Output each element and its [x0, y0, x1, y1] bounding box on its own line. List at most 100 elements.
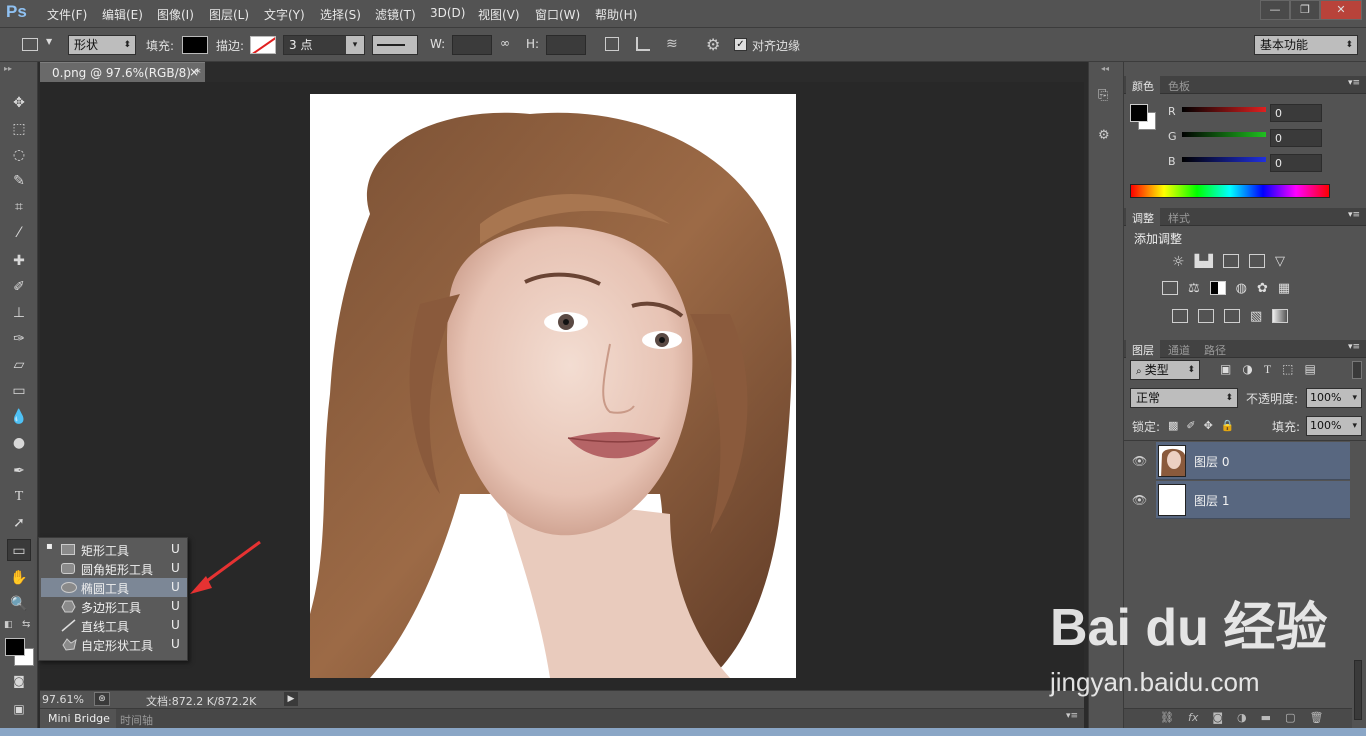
trash-icon[interactable]: 🗑 — [1309, 711, 1323, 724]
gradient-tool-icon[interactable]: ▭ — [7, 380, 31, 402]
lock-transparent-icon[interactable]: ▩ — [1168, 419, 1178, 432]
stamp-tool-icon[interactable]: ⊥ — [7, 302, 31, 324]
play-arrow-icon[interactable]: ▶ — [284, 692, 298, 706]
filter-toggle-switch[interactable] — [1352, 361, 1362, 379]
menu-select[interactable]: 选择(S) — [320, 6, 361, 23]
slider-r[interactable] — [1182, 107, 1266, 112]
menu-window[interactable]: 窗口(W) — [535, 6, 580, 23]
stroke-swatch[interactable] — [250, 36, 276, 54]
close-window-button[interactable]: ✕ — [1320, 0, 1362, 20]
dodge-tool-icon[interactable]: ● — [7, 432, 31, 454]
selective-color-icon[interactable]: ▧ — [1250, 309, 1262, 324]
color-spectrum-bar[interactable] — [1130, 184, 1330, 198]
visibility-eye-icon[interactable]: 👁 — [1132, 493, 1147, 507]
visibility-eye-icon[interactable]: 👁 — [1132, 454, 1147, 468]
tab-adjustments[interactable]: 调整 — [1126, 208, 1160, 226]
height-input[interactable] — [546, 35, 586, 55]
width-input[interactable] — [452, 35, 492, 55]
lock-all-icon[interactable]: 🔒 — [1221, 419, 1235, 432]
collapse-arrows-icon[interactable]: ▸▸ — [4, 64, 12, 73]
slider-g[interactable] — [1182, 132, 1266, 137]
menu-file[interactable]: 文件(F) — [47, 6, 87, 23]
tab-mini-bridge[interactable]: Mini Bridge — [40, 709, 116, 728]
link-layers-icon[interactable]: ⛓ — [1160, 711, 1174, 724]
stroke-type-dropdown[interactable] — [372, 35, 418, 55]
color-foreground-swatch[interactable] — [1130, 104, 1148, 122]
value-g[interactable]: 0 — [1270, 129, 1322, 147]
menu-layer[interactable]: 图层(L) — [209, 6, 249, 23]
flyout-item-rounded-rectangle[interactable]: 圆角矩形工具 U — [41, 559, 187, 578]
layer-row[interactable]: 图层 0 — [1156, 442, 1350, 480]
layer-mask-icon[interactable]: ◙ — [1212, 711, 1223, 724]
fx-icon[interactable]: fx — [1188, 711, 1198, 724]
menu-3d[interactable]: 3D(D) — [430, 6, 465, 20]
foreground-color-swatch[interactable] — [5, 638, 25, 656]
flyout-item-ellipse[interactable]: 椭圆工具 U — [41, 578, 187, 597]
slider-b[interactable] — [1182, 157, 1266, 162]
fill-swatch[interactable] — [182, 36, 208, 54]
menu-help[interactable]: 帮助(H) — [595, 6, 637, 23]
filter-type-icon[interactable]: T — [1264, 362, 1271, 377]
quick-mask-icon[interactable]: ◙ — [7, 670, 31, 692]
channel-mixer-icon[interactable]: ✿ — [1257, 281, 1268, 296]
panel-menu-icon[interactable]: ▾≡ — [1348, 342, 1360, 352]
color-balance-icon[interactable]: ⚖ — [1188, 281, 1200, 296]
flyout-item-custom-shape[interactable]: 自定形状工具 U — [41, 635, 187, 654]
tab-layers[interactable]: 图层 — [1126, 340, 1160, 358]
history-brush-tool-icon[interactable]: ✑ — [7, 328, 31, 350]
curves-icon[interactable] — [1223, 254, 1240, 268]
hand-tool-icon[interactable]: ✋ — [7, 567, 31, 589]
menu-edit[interactable]: 编辑(E) — [102, 6, 143, 23]
marquee-tool-icon[interactable]: ⬚ — [7, 118, 31, 140]
history-panel-icon[interactable]: ⎘ — [1098, 88, 1116, 106]
eyedropper-tool-icon[interactable]: ⁄ — [7, 222, 31, 244]
zoom-level[interactable]: 97.61% — [42, 693, 84, 706]
lock-paint-icon[interactable]: ✐ — [1186, 419, 1195, 432]
path-select-tool-icon[interactable]: ➚ — [7, 512, 31, 534]
document-tab[interactable]: 0.png @ 97.6%(RGB/8) * × — [40, 62, 205, 82]
path-alignment-icon[interactable] — [636, 37, 650, 51]
brush-tool-icon[interactable]: ✐ — [7, 276, 31, 298]
quick-select-tool-icon[interactable]: ✎ — [7, 170, 31, 192]
menu-image[interactable]: 图像(I) — [157, 6, 194, 23]
shape-tool-icon[interactable]: ▭ — [7, 539, 31, 561]
hue-saturation-icon[interactable] — [1162, 281, 1178, 295]
value-b[interactable]: 0 — [1270, 154, 1322, 172]
invert-icon[interactable] — [1172, 309, 1188, 323]
layers-scrollbar[interactable] — [1354, 660, 1362, 720]
blur-tool-icon[interactable]: 💧 — [7, 406, 31, 428]
panel-menu-icon[interactable]: ▾≡ — [1348, 78, 1360, 88]
minimize-button[interactable]: — — [1260, 0, 1290, 20]
zoom-tool-icon[interactable]: 🔍 — [7, 593, 31, 615]
flyout-item-line[interactable]: 直线工具 U — [41, 616, 187, 635]
chevron-down-icon[interactable]: ▼ — [46, 37, 52, 46]
tab-color[interactable]: 颜色 — [1126, 76, 1160, 94]
properties-panel-icon[interactable]: ⚙ — [1098, 128, 1116, 146]
panel-menu-icon[interactable]: ▾≡ — [1348, 210, 1360, 220]
levels-icon[interactable]: ▙▟ — [1195, 254, 1213, 270]
black-white-icon[interactable] — [1209, 281, 1226, 295]
opacity-field[interactable]: 100% ▾ — [1306, 388, 1362, 408]
filter-adjust-icon[interactable]: ◑ — [1242, 362, 1252, 377]
vibrance-icon[interactable]: ▽ — [1275, 254, 1285, 270]
layer-name[interactable]: 图层 1 — [1194, 492, 1229, 509]
brightness-icon[interactable]: ☼ — [1172, 254, 1185, 270]
posterize-icon[interactable] — [1198, 309, 1214, 323]
tab-swatches[interactable]: 色板 — [1162, 76, 1196, 94]
link-icon[interactable]: ∞ — [500, 36, 510, 50]
tab-channels[interactable]: 通道 — [1162, 340, 1196, 358]
close-tab-icon[interactable]: × — [189, 65, 199, 79]
tab-paths[interactable]: 路径 — [1198, 340, 1232, 358]
crop-tool-icon[interactable]: ⌗ — [7, 196, 31, 218]
stroke-width-field[interactable]: 3 点 ▾ — [283, 35, 365, 55]
menu-view[interactable]: 视图(V) — [478, 6, 520, 23]
color-lookup-icon[interactable]: ▦ — [1278, 281, 1290, 296]
flyout-item-rectangle[interactable]: ▪ 矩形工具 U — [41, 540, 187, 559]
new-layer-icon[interactable]: ▢ — [1285, 711, 1295, 724]
layer-name[interactable]: 图层 0 — [1194, 453, 1229, 470]
swap-colors-icon[interactable]: ⇆ — [22, 619, 30, 630]
flyout-item-polygon[interactable]: 多边形工具 U — [41, 597, 187, 616]
panel-menu-icon[interactable]: ▾≡ — [1066, 711, 1078, 721]
mode-dropdown[interactable]: 形状 ⬍ — [68, 35, 136, 55]
gear-icon[interactable]: ⚙ — [706, 35, 720, 54]
